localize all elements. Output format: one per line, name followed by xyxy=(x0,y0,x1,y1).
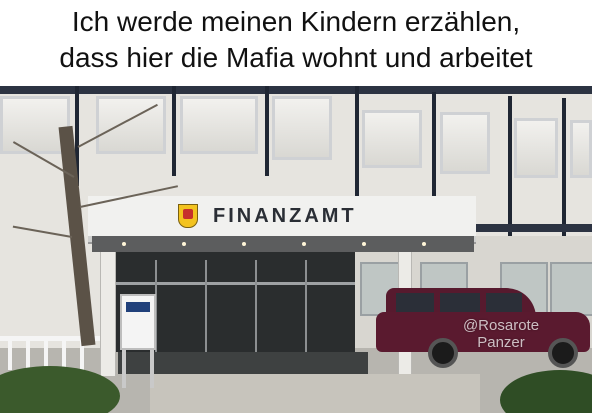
watermark-line-1: @Rosarote xyxy=(462,317,540,334)
door-frame xyxy=(305,260,307,352)
facade-pillar xyxy=(355,86,359,202)
ceiling-lamp xyxy=(242,242,246,246)
building-sign: FINANZAMT xyxy=(213,205,357,227)
ceiling-lamp xyxy=(182,242,186,246)
caption-line-1: Ich werde meinen Kindern erzählen, xyxy=(71,6,521,37)
fence-bar xyxy=(8,338,12,370)
facade-pillar xyxy=(172,86,176,176)
board-post xyxy=(122,344,126,388)
entrance-steps xyxy=(118,352,368,374)
ceiling-lamp xyxy=(122,242,126,246)
board-post xyxy=(150,344,154,388)
window xyxy=(514,118,558,178)
building-photo: FINANZAMT @Rosarote Panzer xyxy=(0,86,592,413)
coat-of-arms-icon xyxy=(178,204,198,228)
car-window xyxy=(396,293,434,313)
door-frame xyxy=(205,260,207,352)
board-label xyxy=(126,302,150,312)
window xyxy=(180,96,258,154)
fence-bar xyxy=(26,338,30,370)
window-band-lower xyxy=(472,224,592,232)
window xyxy=(570,120,592,178)
meme-image: Ich werde meinen Kindern erzählen, dass … xyxy=(0,0,592,413)
fence-bar xyxy=(62,338,66,370)
watermark: @Rosarote Panzer xyxy=(446,317,556,351)
window xyxy=(272,96,332,160)
ceiling-lamp xyxy=(302,242,306,246)
info-board xyxy=(120,294,156,350)
ceiling-lamp xyxy=(422,242,426,246)
window xyxy=(362,110,422,168)
car-window xyxy=(440,293,480,313)
entrance-rail xyxy=(115,282,355,285)
window xyxy=(440,112,490,174)
caption-line-2: dass hier die Mafia wohnt und arbeitet xyxy=(59,42,533,73)
door-frame xyxy=(255,260,257,352)
meme-caption: Ich werde meinen Kindern erzählen, dass … xyxy=(0,0,592,86)
canopy-soffit xyxy=(92,236,474,252)
watermark-line-2: Panzer xyxy=(477,334,525,351)
canopy-pillar xyxy=(100,236,116,376)
car-window xyxy=(486,293,522,313)
facade-pillar xyxy=(265,86,269,176)
facade-pillar xyxy=(432,92,436,202)
window-band-top xyxy=(0,86,592,94)
pavement xyxy=(150,374,480,413)
ceiling-lamp xyxy=(362,242,366,246)
